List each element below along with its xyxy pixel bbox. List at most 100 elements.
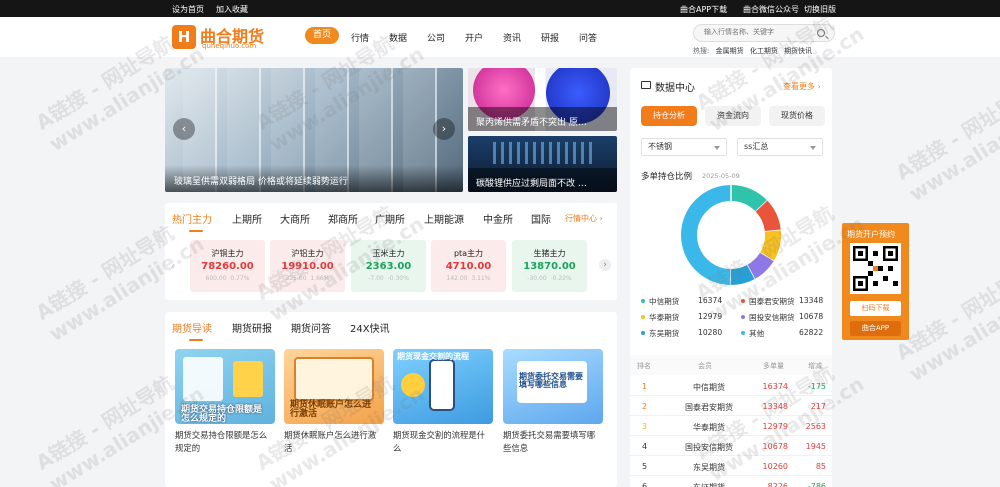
app-button[interactable]: 曲合APP xyxy=(850,321,901,336)
view-more-link[interactable]: 查看更多 › xyxy=(783,81,821,92)
pill-position-analysis[interactable]: 持仓分析 xyxy=(641,106,697,126)
market-panel: 热门主力 上期所 大商所 郑商所 广期所 上期能源 中金所 国际 行情中心 › … xyxy=(165,203,617,300)
site-logo[interactable]: H 曲合期货 quheqihuo.com xyxy=(172,23,268,51)
table-row[interactable]: 1 中信期货 16374 -175 xyxy=(630,376,832,396)
search-icon[interactable] xyxy=(817,29,825,37)
market-center-link[interactable]: 行情中心 › xyxy=(565,213,603,224)
search-input[interactable] xyxy=(704,28,814,36)
article-card[interactable]: 期货现金交割的流程 期货现金交割的流程是什么 xyxy=(393,349,493,455)
guide-panel: 期货导读 期货研报 期货问答 24X快讯 期货交易持仓限额是怎么规定的 期货交易… xyxy=(165,312,617,487)
nav-data[interactable]: 数据 xyxy=(389,31,407,44)
main-banner[interactable]: ‹ › 玻璃呈供需双弱格局 价格或将延续弱势运行 xyxy=(165,68,463,192)
pill-fund-flow[interactable]: 资金流向 xyxy=(705,106,761,126)
set-home-link[interactable]: 设为首页 xyxy=(172,4,204,15)
legend-item: 华泰期货 xyxy=(641,312,679,323)
nav-company[interactable]: 公司 xyxy=(427,31,445,44)
member-cell: 国泰君安期货 xyxy=(685,403,733,412)
quote-price: 2363.00 xyxy=(365,261,412,272)
contract-select[interactable]: ss汇总 xyxy=(737,138,823,156)
change-cell: -175 xyxy=(807,382,826,391)
volume-cell: 13348 xyxy=(762,402,788,411)
news-card-polypropylene[interactable]: 聚丙烯供需矛盾不突出 原… xyxy=(468,68,617,131)
table-header: 排名 会员 多单量 增减 xyxy=(630,355,832,375)
quote-price: 13870.00 xyxy=(523,261,576,272)
variety-select[interactable]: 不锈钢 xyxy=(641,138,727,156)
tab-cffex[interactable]: 中金所 xyxy=(483,211,513,226)
quote-card[interactable]: pta主力 4710.00 142.00 3.11% xyxy=(431,240,506,292)
nav-home[interactable]: 首页 xyxy=(305,27,340,44)
bookmark-link[interactable]: 加入收藏 xyxy=(216,4,248,15)
tab-ine[interactable]: 上期能源 xyxy=(424,211,464,226)
quotes-prev-icon[interactable]: ‹ xyxy=(171,261,175,272)
watermark-text: A链接 - 网址导航 xyxy=(31,220,179,325)
quotes-next-icon[interactable]: › xyxy=(599,259,611,271)
legend-item: 中信期货 xyxy=(641,296,679,307)
tab-guide[interactable]: 期货导读 xyxy=(172,320,212,335)
quote-change: -30.00 -0.22% xyxy=(512,275,587,282)
old-version-link[interactable]: 切换旧版 xyxy=(804,4,836,15)
nav-news[interactable]: 资讯 xyxy=(503,31,521,44)
nav-research[interactable]: 研报 xyxy=(541,31,559,44)
article-card[interactable]: 期货委托交易需要填写哪些信息 期货委托交易需要填写哪些信息 xyxy=(503,349,603,455)
rank-cell: 5 xyxy=(642,462,648,471)
wechat-link[interactable]: 曲合微信公众号 xyxy=(743,4,799,15)
tab-research[interactable]: 期货研报 xyxy=(232,320,272,335)
quote-card[interactable]: 沪铝主力 19910.00 325.00 1.66% xyxy=(270,240,345,292)
tab-international[interactable]: 国际 xyxy=(531,211,551,226)
table-row[interactable]: 3 华泰期货 12979 2563 xyxy=(630,416,832,436)
nav-open-account[interactable]: 开户 xyxy=(465,31,483,44)
market-center-label: 行情中心 xyxy=(565,214,597,223)
phone-illustration-icon xyxy=(429,359,455,411)
hot-link[interactable]: 金属期货 xyxy=(716,47,744,55)
article-card[interactable]: 期货休眠账户怎么进行激活 期货休眠账户怎么进行激活 xyxy=(284,349,384,455)
hot-searches: 热搜: 金属期货 化工期货 期货快讯 xyxy=(693,46,812,56)
quote-name: 生猪主力 xyxy=(533,249,566,258)
volume-cell: 10678 xyxy=(762,442,788,451)
quote-card[interactable]: 玉米主力 2363.00 -7.00 -0.30% xyxy=(351,240,426,292)
legend-item: 东吴期货 xyxy=(641,328,679,339)
hot-label: 热搜: xyxy=(693,47,710,55)
hot-link[interactable]: 期货快讯 xyxy=(784,47,812,55)
volume-cell: 8226 xyxy=(767,482,788,487)
article-card[interactable]: 期货交易持仓限额是怎么规定的 期货交易持仓限额是怎么规定的 xyxy=(175,349,275,455)
quote-card[interactable]: 沪铜主力 78260.00 600.00 0.77% xyxy=(190,240,265,292)
news-card-caption: 聚丙烯供需矛盾不突出 原… xyxy=(468,107,617,131)
quote-change-value: 142.00 xyxy=(446,275,468,282)
quote-card[interactable]: 生猪主力 13870.00 -30.00 -0.22% xyxy=(512,240,587,292)
col-rank: 排名 xyxy=(637,362,651,370)
member-cell: 华泰期货 xyxy=(693,423,725,432)
nav-qa[interactable]: 问答 xyxy=(579,31,597,44)
tab-qa[interactable]: 期货问答 xyxy=(291,320,331,335)
battery-cells-image xyxy=(493,142,593,164)
table-row[interactable]: 6 东证期货 8226 -786 xyxy=(630,476,832,487)
table-row[interactable]: 5 东吴期货 10260 85 xyxy=(630,456,832,476)
table-row[interactable]: 2 国泰君安期货 13348 217 xyxy=(630,396,832,416)
tab-flash[interactable]: 24X快讯 xyxy=(350,320,390,335)
rank-cell: 1 xyxy=(642,382,648,391)
hot-link[interactable]: 化工期货 xyxy=(750,47,778,55)
article-title: 期货现金交割的流程是什么 xyxy=(393,430,486,454)
tab-gfex[interactable]: 广期所 xyxy=(375,211,405,226)
article-thumbnail: 期货休眠账户怎么进行激活 xyxy=(284,349,384,424)
tab-shfe[interactable]: 上期所 xyxy=(232,211,262,226)
tab-hot-main[interactable]: 热门主力 xyxy=(172,211,212,226)
table-row[interactable]: 4 国投安信期货 10678 1945 xyxy=(630,436,832,456)
legend-dot-icon xyxy=(741,331,745,335)
tab-dce[interactable]: 大商所 xyxy=(280,211,310,226)
banner-next-button[interactable]: › xyxy=(433,118,455,140)
top-bar: 设为首页 加入收藏 曲合APP下载 曲合微信公众号 切换旧版 xyxy=(0,0,1000,17)
banner-caption[interactable]: 玻璃呈供需双弱格局 价格或将延续弱势运行 xyxy=(165,165,463,192)
site-header: H 曲合期货 quheqihuo.com 首页 行情 数据 公司 开户 资讯 研… xyxy=(0,17,1000,57)
pill-spot-price[interactable]: 现货价格 xyxy=(769,106,825,126)
tab-czce[interactable]: 郑商所 xyxy=(328,211,358,226)
scan-download-button[interactable]: 扫码下载 xyxy=(850,301,901,316)
col-change: 增减 xyxy=(808,362,822,370)
nav-quotes[interactable]: 行情 xyxy=(351,31,369,44)
app-download-link[interactable]: 曲合APP下载 xyxy=(680,4,727,15)
banner-prev-button[interactable]: ‹ xyxy=(173,118,195,140)
legend-item: 国投安信期货 xyxy=(741,312,795,323)
article-thumbnail: 期货委托交易需要填写哪些信息 xyxy=(503,349,603,424)
article-thumbnail: 期货交易持仓限额是怎么规定的 xyxy=(175,349,275,424)
quote-change-value: 325.00 xyxy=(285,275,307,282)
news-card-lithium[interactable]: 碳酸锂供应过剩局面不改 … xyxy=(468,136,617,192)
